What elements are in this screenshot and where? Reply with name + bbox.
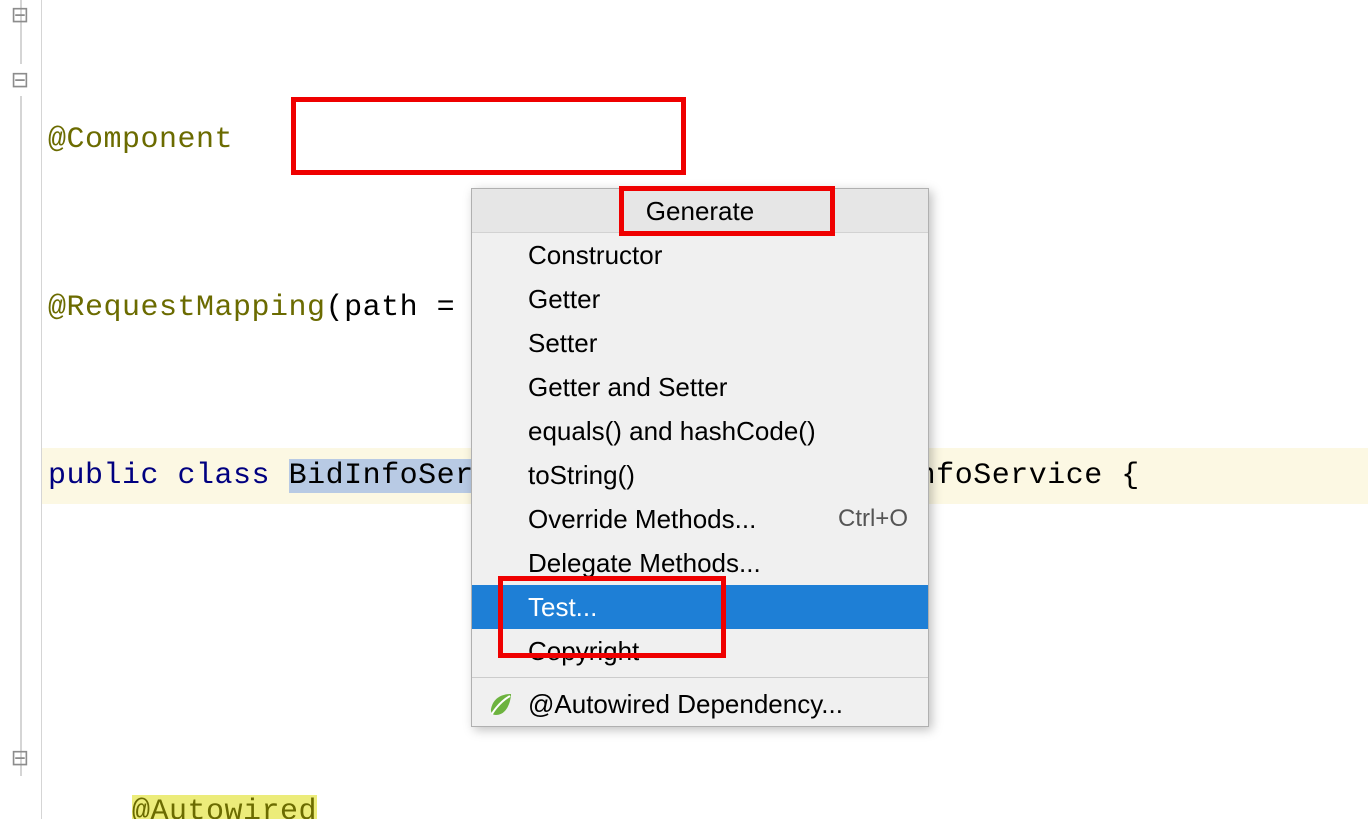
fold-toggle-icon[interactable]: ⊟ (8, 70, 32, 94)
menu-item-label: toString() (528, 460, 635, 490)
fold-line (20, 96, 22, 776)
menu-separator (472, 677, 928, 678)
spring-leaf-icon (488, 691, 514, 717)
annotation-autowired: @Autowired (132, 795, 317, 819)
paren: ( (326, 291, 345, 325)
kw-class: class (178, 459, 289, 493)
brace: { (1121, 459, 1140, 493)
menu-item-setter[interactable]: Setter (472, 321, 928, 365)
menu-item-label: equals() and hashCode() (528, 416, 816, 446)
menu-item-test[interactable]: Test... (472, 585, 928, 629)
popup-title: Generate (472, 189, 928, 233)
equals: = (437, 291, 474, 325)
menu-item-getter-setter[interactable]: Getter and Setter (472, 365, 928, 409)
menu-item-delegate-methods[interactable]: Delegate Methods... (472, 541, 928, 585)
annotation-component: @Component (48, 123, 233, 157)
menu-shortcut: Ctrl+O (838, 497, 908, 541)
kw-public: public (48, 459, 178, 493)
fold-toggle-icon[interactable]: ⊟ (8, 5, 32, 29)
annotation-requestmapping: @RequestMapping (48, 291, 326, 325)
fold-toggle-icon[interactable]: ⊟ (8, 748, 32, 772)
menu-item-label: Override Methods... (528, 504, 756, 534)
menu-item-override-methods[interactable]: Override Methods... Ctrl+O (472, 497, 928, 541)
menu-item-label: Delegate Methods... (528, 548, 761, 578)
editor-gutter: ⊟ ⊟ ⊟ (0, 0, 42, 819)
menu-item-label: Getter and Setter (528, 372, 727, 402)
generate-popup: Generate Constructor Getter Setter Gette… (471, 188, 929, 727)
menu-item-tostring[interactable]: toString() (472, 453, 928, 497)
param-name: path (344, 291, 437, 325)
code-line: @Component (42, 112, 1368, 168)
menu-item-getter[interactable]: Getter (472, 277, 928, 321)
menu-item-label: Setter (528, 328, 597, 358)
menu-item-autowired-dependency[interactable]: @Autowired Dependency... (472, 682, 928, 726)
menu-item-label: @Autowired Dependency... (528, 689, 843, 719)
menu-item-copyright[interactable]: Copyright (472, 629, 928, 673)
menu-item-label: Copyright (528, 636, 639, 666)
menu-item-label: Test... (528, 592, 597, 622)
menu-item-label: Constructor (528, 240, 662, 270)
menu-item-constructor[interactable]: Constructor (472, 233, 928, 277)
menu-item-equals-hashcode[interactable]: equals() and hashCode() (472, 409, 928, 453)
menu-item-label: Getter (528, 284, 600, 314)
code-line: @Autowired (42, 784, 1368, 819)
